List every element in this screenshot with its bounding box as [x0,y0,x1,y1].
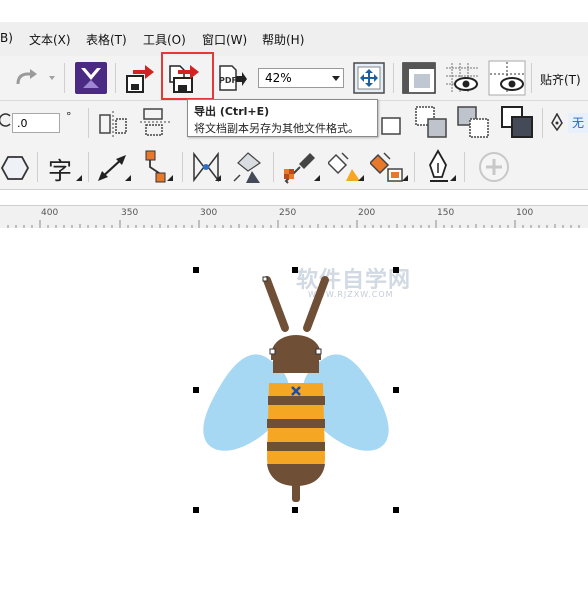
flyout-indicator-icon [167,175,173,181]
bee-stripe [267,419,325,428]
toolbar-separator [88,108,89,138]
pdf-label: PDF [219,76,237,85]
corel-connect-icon[interactable] [75,62,107,94]
bee-head [271,335,321,360]
ruler-tick-label: 300 [200,208,218,218]
combine-icon[interactable] [380,110,404,136]
flyout-indicator-icon [450,175,456,181]
snap-to-menu[interactable]: 贴齐(T) [540,71,581,88]
ruler-tick-label: 400 [41,208,59,218]
toolbar-separator [464,152,465,182]
node-handle[interactable] [269,348,276,355]
pan-tool-icon[interactable] [353,62,385,94]
bee-stripe [268,396,325,405]
transparency-tool-icon[interactable] [232,151,266,185]
toolbar-separator [273,152,274,182]
flyout-indicator-icon [215,175,221,181]
toolbar-separator [542,108,543,138]
standard-toolbar: PDF 42% 贴齐(T) [0,56,588,101]
tooltip-title: 导出 (Ctrl+E) [194,105,270,118]
horizontal-ruler[interactable]: 400 350 300 250 200 150 100 [0,205,588,229]
no-outline-selector[interactable]: 无 [568,113,588,133]
add-tool-icon[interactable] [478,151,510,183]
ruler-tick-label: 350 [121,208,139,218]
selection-handle-top-left[interactable] [193,267,199,273]
mirror-vertical-icon[interactable] [140,107,170,137]
menu-item-partial[interactable]: B) [0,31,13,45]
tooltip-description: 将文档副本另存为其他文件格式。 [194,122,359,135]
mirror-horizontal-icon[interactable] [98,109,130,137]
toolbar-separator [414,152,415,182]
menu-item-table[interactable]: 表格(T) [86,31,127,48]
flyout-indicator-icon [125,175,131,181]
ruler-tick-label: 100 [516,208,534,218]
selection-handle-top-right[interactable] [393,267,399,273]
selection-handle-middle-right[interactable] [393,387,399,393]
show-guidelines-icon[interactable] [488,60,526,96]
toolbar-separator [393,63,394,93]
break-apart-icon[interactable] [414,105,448,139]
toolbar-separator [115,63,116,93]
toolbar-separator [88,152,89,182]
export-button-highlight [161,52,214,100]
menu-item-help[interactable]: 帮助(H) [262,31,304,48]
bee-stinger [292,482,300,502]
rotation-angle-value: .0 [17,117,28,130]
redo-dropdown-icon[interactable] [48,74,56,82]
degree-symbol: ° [66,110,72,123]
toolbar-separator [37,152,38,182]
selection-handle-bottom-left[interactable] [193,507,199,513]
bee-stripe [267,442,325,451]
show-rulers-icon[interactable] [402,62,436,94]
toolbar-separator [182,152,183,182]
selection-handle-top-center[interactable] [292,267,298,273]
flyout-indicator-icon [314,175,320,181]
rotation-angle-input[interactable]: .0 [12,113,60,133]
menu-item-tools[interactable]: 工具(O) [143,31,186,48]
rotation-icon [0,113,11,127]
publish-pdf-icon[interactable]: PDF [217,64,247,94]
selection-handle-bottom-center[interactable] [292,507,298,513]
zoom-level-select[interactable]: 42% [258,68,344,88]
flyout-indicator-icon [358,175,364,181]
bee-thorax [273,360,319,373]
selection-handle-middle-left[interactable] [193,387,199,393]
polygon-tool-icon[interactable] [0,155,30,181]
toolbar-separator [64,63,65,93]
tools-toolbar: 字 [0,145,588,190]
flyout-indicator-icon [76,175,82,181]
smart-fill-icon[interactable] [370,149,406,185]
node-handle[interactable] [315,348,322,355]
zoom-level-value: 42% [265,71,292,85]
chevron-down-icon [332,76,340,81]
show-grid-icon[interactable] [444,62,480,94]
left-antenna [263,276,289,332]
redo-icon[interactable] [14,68,40,90]
toolbar-separator [531,63,532,93]
text-tool-icon[interactable]: 字 [48,151,72,186]
outline-pen-icon[interactable] [550,113,564,131]
menu-item-text[interactable]: 文本(X) [29,31,71,48]
ruler-tick-label: 150 [437,208,455,218]
flyout-indicator-icon [402,175,408,181]
ruler-tick-label: 250 [279,208,297,218]
group-objects-icon[interactable] [456,105,492,139]
node-handle[interactable] [262,276,268,282]
bee-illustration[interactable] [195,268,397,512]
menu-item-window[interactable]: 窗口(W) [202,31,247,48]
import-icon[interactable] [125,64,157,94]
color-eyedropper-icon[interactable] [282,151,318,185]
right-antenna [303,276,329,332]
export-tooltip: 导出 (Ctrl+E) 将文档副本另存为其他文件格式。 [187,99,378,137]
ruler-tick-label: 200 [358,208,376,218]
ungroup-objects-icon[interactable] [500,105,536,139]
title-strip [0,0,588,22]
selection-handle-bottom-right[interactable] [393,507,399,513]
menu-bar: B) 文本(X) 表格(T) 工具(O) 窗口(W) 帮助(H) [0,22,588,57]
